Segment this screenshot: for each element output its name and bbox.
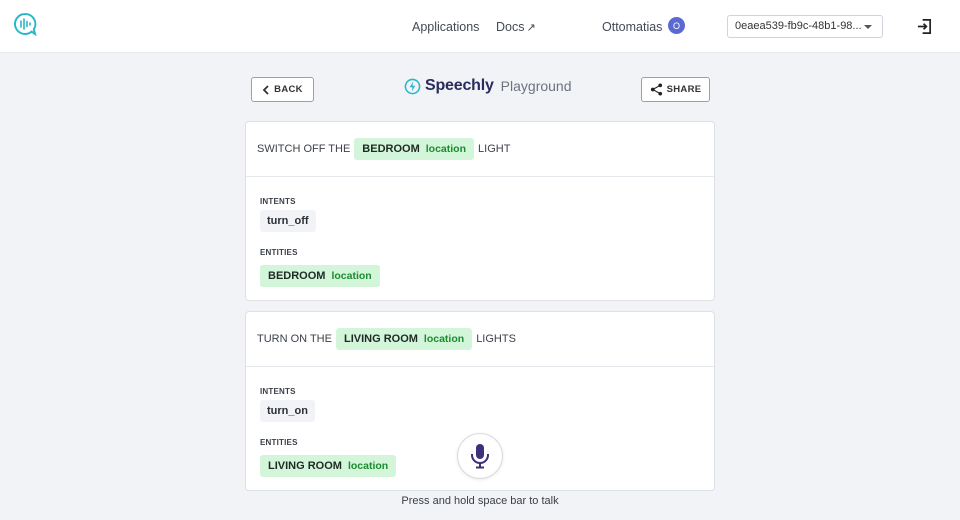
nav-applications-link[interactable]: Applications	[412, 20, 479, 34]
transcript-after: LIGHTS	[476, 333, 516, 345]
share-icon	[650, 83, 662, 96]
entity-value: LIVING ROOM	[343, 333, 418, 345]
external-link-icon: ↗	[526, 22, 536, 34]
push-to-talk-hint: Press and hold space bar to talk	[401, 495, 559, 507]
transcript-card: SWITCH OFF THE BEDROOM location LIGHT IN…	[245, 121, 715, 301]
entity-chip: LIVING ROOM location	[335, 328, 473, 350]
entity-type: location	[331, 270, 372, 282]
entity-chip: BEDROOM location	[260, 265, 380, 287]
top-bar: Applications Docs ↗ Ottomatias O 0eaea539…	[0, 0, 960, 53]
entity-value: BEDROOM	[268, 270, 326, 282]
back-button-label: BACK	[274, 84, 303, 95]
brand-name: Speechly	[425, 77, 494, 94]
share-button[interactable]: SHARE	[641, 77, 710, 102]
transcript-before: SWITCH OFF THE	[257, 143, 351, 155]
transcript-after: LIGHT	[478, 143, 511, 155]
nav-docs-link[interactable]: Docs ↗	[496, 20, 536, 34]
transcript-before: TURN ON THE	[257, 333, 332, 345]
back-button[interactable]: BACK	[251, 77, 314, 102]
entity-type: location	[347, 460, 389, 472]
app-select-value: 0eaea539-fb9c-48b1-98...	[735, 20, 862, 32]
intents-label: INTENTS	[260, 387, 296, 396]
entity-value: BEDROOM	[362, 143, 420, 155]
microphone-icon	[471, 444, 489, 469]
transcript-text: TURN ON THE LIVING ROOM location LIGHTS	[246, 312, 714, 367]
speechly-logo-icon[interactable]	[13, 12, 37, 36]
nav-user-name[interactable]: Ottomatias	[602, 20, 662, 34]
nav-docs-label: Docs	[496, 20, 525, 34]
entities-label: ENTITIES	[260, 438, 298, 447]
intent-chip: turn_off	[260, 210, 316, 232]
caret-down-icon	[864, 25, 872, 29]
entity-chip: LIVING ROOM location	[260, 455, 397, 477]
intent-chip: turn_on	[260, 400, 315, 422]
speechly-logo-icon	[404, 78, 421, 94]
avatar[interactable]: O	[668, 17, 685, 34]
entity-chip: BEDROOM location	[354, 138, 475, 160]
share-button-label: SHARE	[666, 84, 702, 95]
transcript-text: SWITCH OFF THE BEDROOM location LIGHT	[246, 122, 714, 177]
entities-label: ENTITIES	[260, 248, 298, 257]
entity-value: LIVING ROOM	[268, 460, 342, 472]
brand-subtitle: Playground	[500, 78, 572, 94]
intents-label: INTENTS	[260, 197, 296, 206]
brand: Speechly Playground	[404, 76, 572, 96]
entity-type: location	[425, 143, 467, 155]
app-select[interactable]: 0eaea539-fb9c-48b1-98...	[727, 15, 883, 38]
microphone-button[interactable]	[457, 433, 503, 479]
entity-type: location	[423, 333, 465, 345]
logout-icon[interactable]	[916, 18, 933, 35]
chevron-left-icon	[262, 84, 269, 95]
